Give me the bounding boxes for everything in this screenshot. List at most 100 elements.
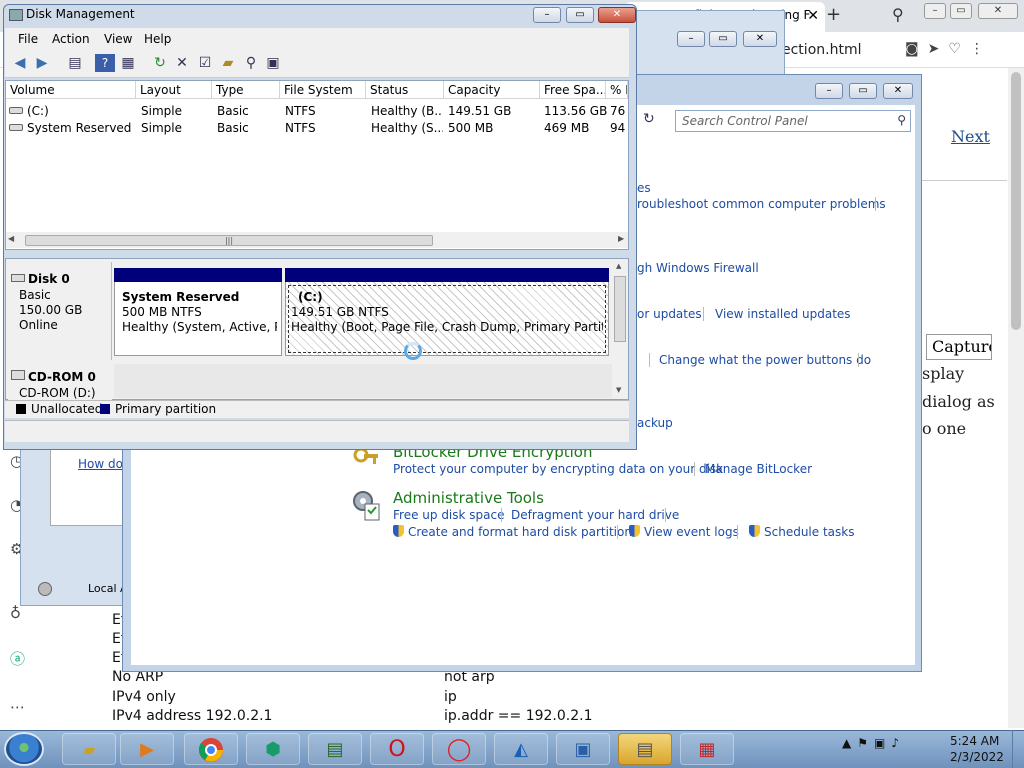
cp-maximize-button[interactable]: ▭ — [849, 83, 877, 99]
help-icon[interactable]: ? — [95, 54, 115, 72]
toolbox-icon[interactable]: ▦ — [680, 733, 734, 765]
cp-link[interactable]: roubleshoot common computer problems — [637, 197, 886, 211]
partition-bar — [114, 268, 282, 282]
partition-size: 500 MB NTFS — [122, 305, 202, 319]
volume-list[interactable]: Volume Layout Type File System Status Ca… — [5, 80, 629, 250]
disk0-label[interactable]: Disk 0 Basic 150.00 GB Online — [8, 262, 112, 360]
clock-time[interactable]: 5:24 AM — [950, 734, 999, 748]
col-free-space[interactable]: Free Spa... — [540, 81, 606, 99]
more-icon[interactable]: ⋯ — [10, 698, 25, 716]
menu-file[interactable]: File — [18, 32, 38, 46]
close-button[interactable]: ✕ — [598, 7, 636, 23]
scroll-down-icon[interactable]: ▼ — [616, 386, 621, 394]
cell-volume: (C:) — [9, 104, 134, 118]
scroll-left-icon[interactable]: ◀ — [8, 234, 14, 243]
explorer-icon[interactable]: ▰ — [62, 733, 116, 765]
tab-close-icon[interactable]: ✕ — [807, 8, 819, 24]
properties-check-icon[interactable]: ☑ — [195, 54, 215, 72]
create-format-partitions-link[interactable]: Create and format hard disk partitions — [393, 525, 638, 539]
opera-icon[interactable]: O — [370, 733, 424, 765]
bulb-icon[interactable]: ♁ — [10, 604, 21, 622]
browser-toolbar-icons[interactable]: ◙➤♡⋮ — [905, 41, 993, 57]
properties-icon[interactable]: ▦ — [118, 54, 138, 72]
horizontal-scrollbar-thumb[interactable]: ||| — [25, 235, 433, 246]
scroll-right-icon[interactable]: ▶ — [618, 234, 624, 243]
defragment-link[interactable]: Defragment your hard drive — [511, 508, 679, 522]
bg-close-button[interactable]: ✕ — [743, 31, 777, 47]
view-event-logs-link[interactable]: View event logs — [629, 525, 739, 539]
search-tabs-icon[interactable]: ⚲ — [892, 5, 904, 24]
encrypt-disk-link[interactable]: Protect your computer by encrypting data… — [393, 462, 723, 476]
cp-link[interactable]: ackup — [637, 416, 673, 430]
col-percent-free[interactable]: % F — [606, 81, 628, 99]
cdrom-label[interactable]: CD-ROM 0 CD-ROM (D:) — [8, 364, 112, 400]
chrome-icon[interactable] — [184, 733, 238, 765]
browser-minimize-button[interactable]: – — [924, 3, 946, 19]
col-volume[interactable]: Volume — [6, 81, 136, 99]
manage-bitlocker-link[interactable]: Manage BitLocker — [705, 462, 812, 476]
url-text[interactable]: ection.html — [782, 42, 861, 58]
media-player-icon[interactable]: ▶ — [120, 733, 174, 765]
primary-swatch — [100, 404, 110, 414]
search-icon[interactable]: ⚲ — [241, 54, 261, 72]
new-tab-button[interactable]: + — [826, 4, 841, 25]
app-icon[interactable]: ⬢ — [246, 733, 300, 765]
menu-view[interactable]: View — [104, 32, 132, 46]
col-file-system[interactable]: File System — [280, 81, 366, 99]
show-hide-icon[interactable]: ▣ — [263, 54, 283, 72]
cp-minimize-button[interactable]: – — [815, 83, 843, 99]
schedule-tasks-link[interactable]: Schedule tasks — [749, 525, 854, 539]
cell-layout: Simple — [141, 104, 182, 118]
next-link[interactable]: Next — [951, 127, 990, 146]
cdrom-area[interactable] — [114, 364, 612, 398]
wireshark-icon[interactable]: ◭ — [494, 733, 548, 765]
show-desktop-button[interactable] — [1012, 730, 1024, 768]
control-panel-icon[interactable]: ▣ — [556, 733, 610, 765]
bg-minimize-button[interactable]: – — [677, 31, 705, 47]
minimize-button[interactable]: – — [533, 7, 561, 23]
browser-maximize-button[interactable]: ▭ — [950, 3, 972, 19]
scroll-up-icon[interactable]: ▲ — [616, 262, 621, 270]
browser-close-button[interactable]: ✕ — [978, 3, 1018, 19]
menu-action[interactable]: Action — [52, 32, 90, 46]
table-row[interactable]: (C:) Simple Basic NTFS Healthy (B... 149… — [6, 103, 628, 119]
app-icon[interactable]: ⓐ — [10, 648, 25, 669]
system-tray[interactable]: ▲⚑▣♪ — [842, 736, 905, 750]
disk-icon — [11, 274, 25, 282]
free-disk-space-link[interactable]: Free up disk space — [393, 508, 505, 522]
menu-help[interactable]: Help — [144, 32, 171, 46]
refresh-icon[interactable]: ↻ — [643, 111, 655, 127]
cp-close-button[interactable]: ✕ — [883, 83, 913, 99]
maximize-button[interactable]: ▭ — [566, 7, 594, 23]
table-row[interactable]: System Reserved Simple Basic NTFS Health… — [6, 120, 628, 136]
console-tree-icon[interactable]: ▤ — [65, 54, 85, 72]
forward-icon[interactable]: ▶ — [32, 54, 52, 72]
clock-date[interactable]: 2/3/2022 — [950, 750, 1004, 764]
back-icon[interactable]: ◀ — [10, 54, 30, 72]
start-button[interactable] — [4, 732, 44, 766]
open-icon[interactable]: ▰ — [218, 54, 238, 72]
bg-maximize-button[interactable]: ▭ — [709, 31, 737, 47]
partition-status: Healthy (System, Active, Prim — [122, 320, 277, 334]
delete-icon[interactable]: ✕ — [172, 54, 192, 72]
cp-link[interactable]: Change what the power buttons do — [659, 353, 871, 367]
cp-link[interactable]: gh Windows Firewall — [637, 261, 759, 275]
page-scrollbar-thumb[interactable] — [1011, 72, 1021, 330]
cp-link[interactable]: es — [637, 181, 651, 195]
capture-button[interactable]: Capture — [926, 334, 992, 360]
cp-search-input[interactable]: Search Control Panel ⚲ — [675, 110, 911, 132]
task-manager-icon[interactable]: ▤ — [308, 733, 362, 765]
col-type[interactable]: Type — [212, 81, 280, 99]
opera-gx-icon[interactable]: ◯ — [432, 733, 486, 765]
cp-link[interactable]: or updates — [637, 307, 702, 321]
search-icon[interactable]: ⚲ — [897, 113, 906, 127]
disk-management-icon[interactable]: ▤ — [618, 733, 672, 765]
col-layout[interactable]: Layout — [136, 81, 212, 99]
cp-link[interactable]: View installed updates — [715, 307, 851, 321]
col-status[interactable]: Status — [366, 81, 444, 99]
administrative-tools-heading[interactable]: Administrative Tools — [393, 489, 544, 507]
separator — [665, 508, 666, 522]
graph-scrollbar-thumb[interactable] — [614, 276, 626, 342]
refresh-icon[interactable]: ↻ — [150, 54, 170, 72]
col-capacity[interactable]: Capacity — [444, 81, 540, 99]
